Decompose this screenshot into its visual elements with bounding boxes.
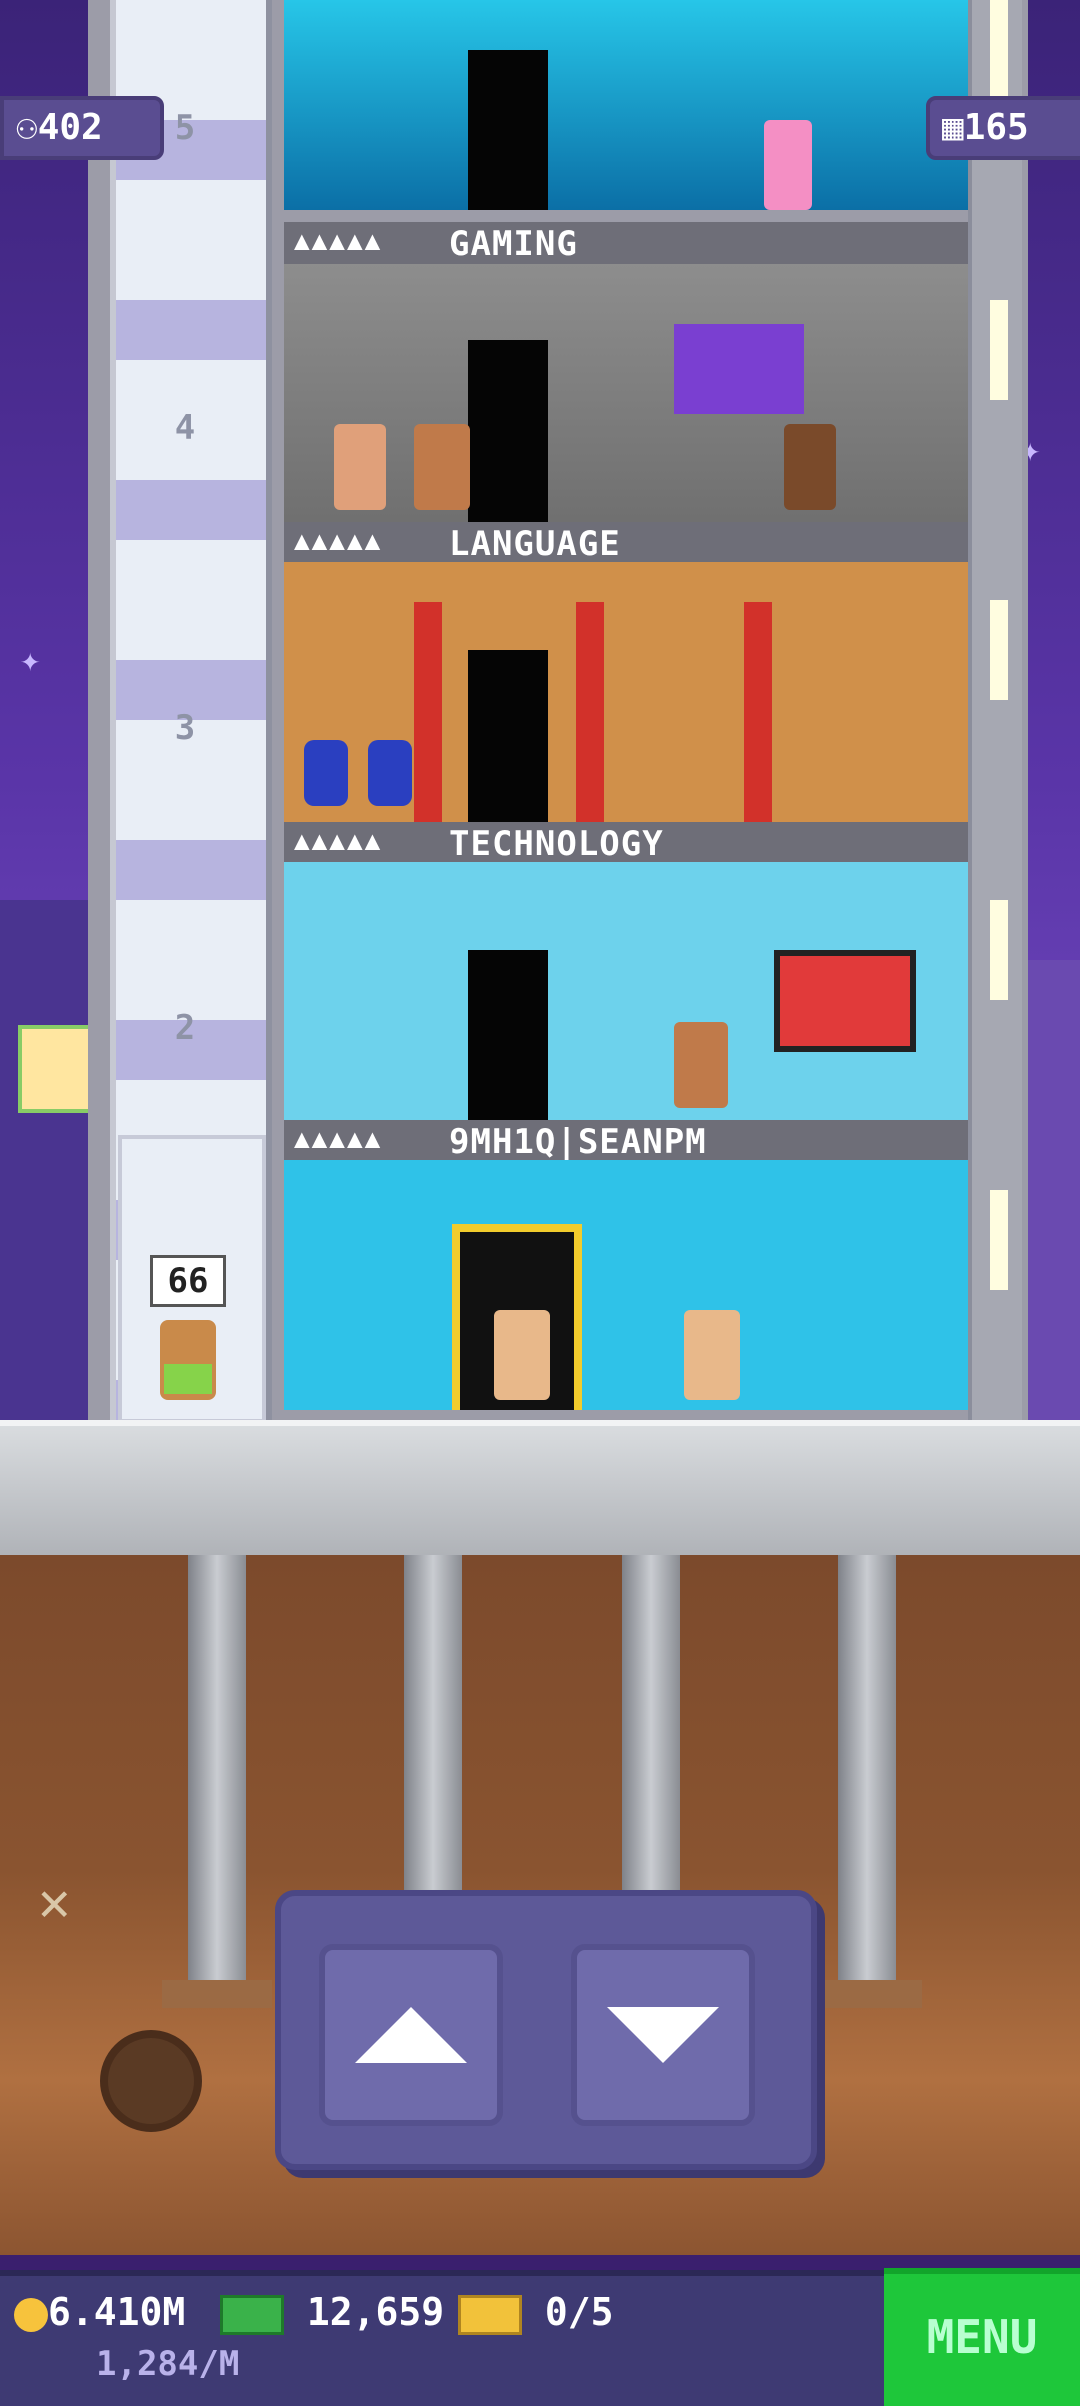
floor-number: 5 [174,108,196,148]
floor-label-bar: ▲▲▲▲▲ 9MH1Q|SEANPM [284,1120,968,1162]
occupancy-icons: ▲▲▲▲▲ [294,226,383,256]
rail-light [990,600,1008,700]
rail-light [990,1190,1008,1290]
occupancy-icons: ▲▲▲▲▲ [294,826,383,856]
floor-name: LANGUAGE [449,524,621,564]
pillar-decor [414,602,442,822]
floor-technology[interactable] [284,862,968,1162]
floor-language[interactable] [284,562,968,862]
support-pillar [838,1555,896,1985]
support-pillar [188,1555,246,1985]
bitizen[interactable] [684,1310,740,1400]
bitizen[interactable] [784,424,836,510]
menu-button[interactable]: MENU [884,2268,1080,2406]
coins-value: 6.410M [48,2290,186,2334]
population-value: 402 [37,107,103,148]
floor-gaming[interactable] [284,264,968,564]
elevator-destination: 66 [150,1255,226,1307]
rail-light [990,900,1008,1000]
floor-count-value: 165 [963,107,1029,148]
ticket-icon [458,2294,522,2335]
bux-display[interactable]: 12,659 [220,2290,444,2335]
elevator-up-button[interactable] [319,1944,503,2126]
occupancy-icons: ▲▲▲▲▲ [294,526,383,556]
bitizen[interactable] [334,424,386,510]
floor-door [468,650,548,824]
elevator-rider[interactable] [160,1320,216,1400]
population-counter[interactable]: ⚇402 [0,96,164,160]
pillar-decor [744,602,772,822]
floor-number: 3 [174,708,196,748]
star-icon: ✦ [20,640,41,680]
floor-label-bar: ▲▲▲▲▲ GAMING [284,222,968,264]
floor-lobby[interactable] [284,1160,968,1410]
vase-icon [304,740,348,806]
floor-aquarium[interactable] [284,0,968,210]
floor-name: GAMING [449,224,578,264]
floor-label-bar: ▲▲▲▲▲ LANGUAGE [284,522,968,564]
coin-icon [14,2297,48,2332]
floor-door [468,950,548,1124]
floor-number: 2 [174,1008,196,1048]
bitizen[interactable] [674,1022,728,1108]
bux-icon [220,2294,284,2335]
tickets-display[interactable]: 0/5 [458,2290,614,2335]
floor-name: TECHNOLOGY [449,824,664,864]
person-icon: ⚇ [16,107,38,148]
pillar-decor [576,602,604,822]
rail-light [990,0,1008,100]
fries-sign [18,1025,96,1113]
floor-label-bar: ▲▲▲▲▲ TECHNOLOGY [284,822,968,864]
coins-display[interactable]: 6.410M [14,2290,185,2334]
vase-icon [368,740,412,806]
floor-door [468,50,548,210]
elevator-down-button[interactable] [571,1944,755,2126]
city-building [0,900,90,1420]
occupancy-icons: ▲▲▲▲▲ [294,1124,383,1154]
arrow-down-icon [607,2007,719,2063]
elevator-control-pad [275,1890,817,2170]
coins-rate: 1,284/M [96,2344,240,2384]
building-icon: ▦ [942,107,964,148]
monitor-icon [774,950,916,1052]
foundation-slab [0,1420,1080,1567]
bitizen[interactable] [764,120,812,210]
bitizen[interactable] [494,1310,550,1400]
floor-door [468,340,548,526]
buried-tire [100,2030,202,2132]
rail-light [990,300,1008,400]
floor-number: 4 [174,408,196,448]
floor-counter[interactable]: ▦165 [926,96,1080,160]
tickets-value: 0/5 [544,2290,614,2334]
bux-value: 12,659 [306,2290,445,2334]
bone-icon: ✕ [38,1870,71,1933]
pillar-base [162,1980,272,2008]
arrow-up-icon [355,2007,467,2063]
bitizen[interactable] [414,424,470,510]
pixel-ore-block [674,324,804,414]
pillar-base [812,1980,922,2008]
floor-name: 9MH1Q|SEANPM [449,1122,707,1162]
